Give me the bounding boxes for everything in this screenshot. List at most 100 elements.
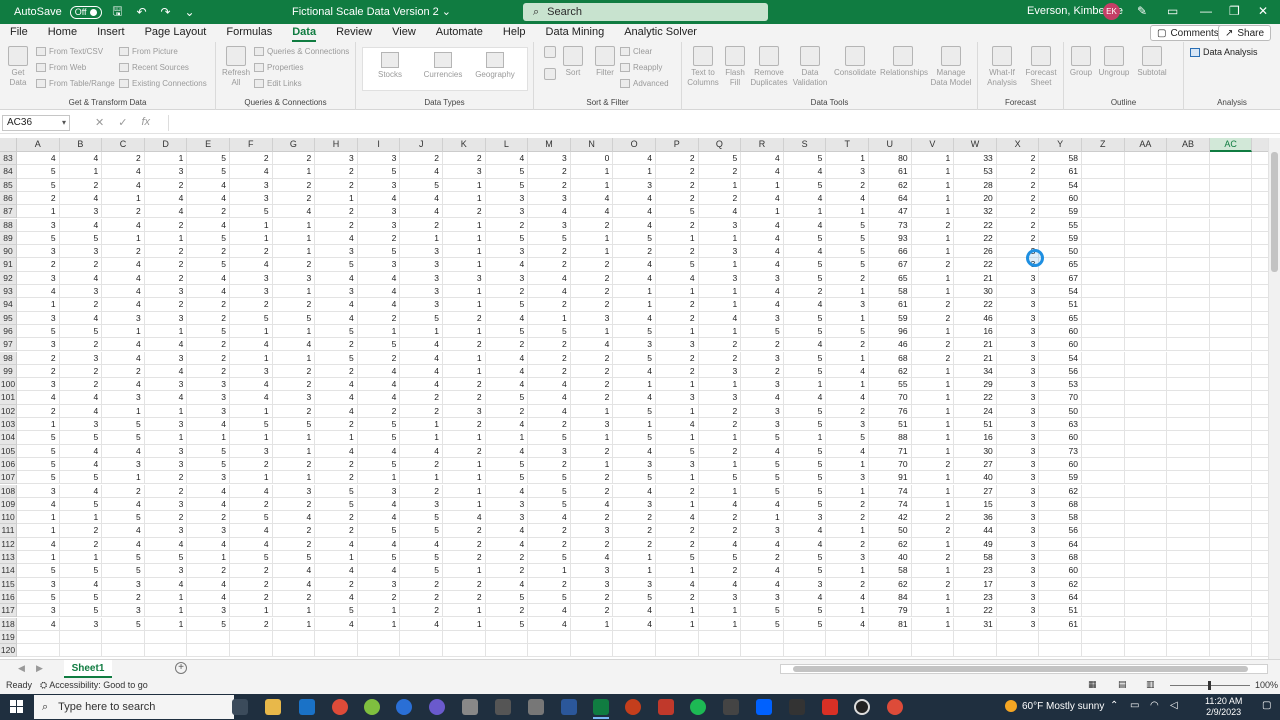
cell[interactable]: 4 bbox=[59, 444, 103, 458]
cell[interactable]: 1 bbox=[656, 564, 699, 578]
cell[interactable] bbox=[1082, 378, 1125, 392]
cell[interactable]: 4 bbox=[400, 537, 443, 551]
cell[interactable] bbox=[1252, 578, 1268, 591]
cell[interactable]: 2 bbox=[613, 511, 656, 525]
cell[interactable]: 2 bbox=[570, 444, 614, 458]
cell[interactable]: 4 bbox=[102, 165, 145, 179]
cell[interactable]: 2 bbox=[272, 457, 316, 472]
cell[interactable]: 1 bbox=[400, 231, 443, 246]
cell[interactable]: 3 bbox=[996, 378, 1040, 392]
from-table-range-button[interactable]: From Table/Range bbox=[36, 79, 115, 88]
cell[interactable]: 2 bbox=[315, 418, 358, 432]
cell[interactable]: 70 bbox=[1039, 391, 1082, 405]
cell[interactable]: 2 bbox=[357, 404, 401, 418]
cell[interactable]: 5 bbox=[102, 617, 145, 631]
column-header-ac[interactable]: AC bbox=[1209, 138, 1253, 152]
cell[interactable]: 1 bbox=[528, 564, 571, 578]
cell[interactable] bbox=[1209, 444, 1253, 458]
cell[interactable] bbox=[1124, 258, 1168, 272]
cell[interactable]: 4 bbox=[698, 311, 742, 325]
cell[interactable]: 1 bbox=[911, 497, 955, 512]
column-header-r[interactable]: R bbox=[741, 138, 784, 152]
cell[interactable]: 1 bbox=[911, 604, 955, 618]
cell[interactable] bbox=[1082, 364, 1125, 379]
cell[interactable]: 3 bbox=[996, 418, 1040, 432]
acrobat-icon[interactable] bbox=[822, 699, 838, 715]
cell[interactable]: 1 bbox=[230, 351, 273, 365]
cell[interactable]: 2 bbox=[400, 218, 443, 232]
cell[interactable] bbox=[1209, 604, 1253, 618]
dropbox-icon[interactable] bbox=[756, 699, 772, 715]
cell[interactable]: 58 bbox=[954, 551, 997, 565]
cell[interactable]: 1 bbox=[443, 497, 486, 512]
app-icon[interactable] bbox=[854, 699, 870, 715]
cell[interactable] bbox=[1167, 630, 1210, 645]
tab-formulas[interactable]: Formulas bbox=[216, 24, 282, 42]
cell[interactable]: 2 bbox=[528, 524, 571, 538]
search-box[interactable]: ⌕ Search bbox=[523, 3, 768, 21]
normal-view-icon[interactable]: ▦ bbox=[1088, 679, 1097, 690]
cell[interactable]: 3 bbox=[485, 511, 529, 525]
cell[interactable]: 1 bbox=[102, 231, 145, 246]
cell[interactable] bbox=[1124, 205, 1168, 219]
cell[interactable]: 3 bbox=[230, 285, 273, 299]
cell[interactable]: 4 bbox=[741, 231, 784, 246]
cell[interactable]: 3 bbox=[144, 564, 188, 578]
cell[interactable]: 4 bbox=[102, 338, 145, 352]
cell[interactable]: 4 bbox=[783, 338, 827, 352]
cell[interactable]: 1 bbox=[911, 537, 955, 551]
add-sheet-icon[interactable]: + bbox=[175, 662, 187, 674]
cell[interactable] bbox=[698, 644, 742, 658]
cell[interactable]: 4 bbox=[187, 271, 230, 285]
cell[interactable]: 3 bbox=[272, 484, 316, 498]
row-header[interactable]: 101 bbox=[0, 391, 17, 405]
cell[interactable]: 4 bbox=[187, 484, 230, 498]
cell[interactable]: 1 bbox=[698, 484, 742, 498]
cell[interactable]: 4 bbox=[528, 604, 571, 618]
cell[interactable] bbox=[1209, 178, 1253, 192]
cell[interactable]: 2 bbox=[485, 564, 529, 578]
cell[interactable]: 1 bbox=[17, 551, 60, 565]
cell[interactable] bbox=[1124, 537, 1168, 551]
cell[interactable]: 1 bbox=[570, 324, 614, 339]
cell[interactable]: 27 bbox=[954, 457, 997, 472]
cell[interactable]: 3 bbox=[315, 152, 358, 166]
cell[interactable]: 2 bbox=[485, 338, 529, 352]
cell[interactable]: 60 bbox=[1039, 457, 1082, 472]
cell[interactable]: 2 bbox=[315, 218, 358, 232]
cell[interactable]: 4 bbox=[102, 218, 145, 232]
cell[interactable] bbox=[1124, 630, 1168, 645]
cell[interactable]: 5 bbox=[272, 551, 316, 565]
cell[interactable]: 3 bbox=[59, 351, 103, 365]
cell[interactable]: 5 bbox=[400, 564, 443, 578]
reapply-button[interactable]: Reapply bbox=[620, 63, 662, 72]
cell[interactable] bbox=[1209, 152, 1253, 166]
cell[interactable]: 4 bbox=[400, 617, 443, 631]
cell[interactable]: 21 bbox=[954, 351, 997, 365]
cell[interactable]: 3 bbox=[485, 497, 529, 512]
cell[interactable]: 2 bbox=[17, 191, 60, 206]
cell[interactable] bbox=[1252, 192, 1268, 206]
cell[interactable]: 3 bbox=[570, 311, 614, 325]
cell[interactable] bbox=[1252, 298, 1268, 312]
cell[interactable]: 1 bbox=[613, 285, 656, 299]
word-icon[interactable] bbox=[561, 699, 577, 715]
cell[interactable]: 4 bbox=[357, 537, 401, 551]
cell[interactable]: 2 bbox=[570, 298, 614, 312]
cell[interactable]: 2 bbox=[400, 391, 443, 405]
cell[interactable] bbox=[1209, 551, 1253, 565]
cell[interactable]: 3 bbox=[357, 218, 401, 232]
cell[interactable]: 5 bbox=[826, 231, 869, 246]
column-header-h[interactable]: H bbox=[315, 138, 358, 152]
column-header-n[interactable]: N bbox=[570, 138, 614, 152]
cell[interactable]: 47 bbox=[869, 205, 912, 219]
cell[interactable]: 5 bbox=[400, 178, 443, 192]
cell[interactable]: 4 bbox=[613, 311, 656, 325]
cell[interactable]: 5 bbox=[741, 457, 784, 472]
cell[interactable]: 66 bbox=[869, 245, 912, 259]
cell[interactable]: 5 bbox=[59, 564, 103, 578]
cell[interactable]: 5 bbox=[187, 444, 230, 458]
cell[interactable] bbox=[1167, 617, 1210, 631]
cell[interactable]: 3 bbox=[826, 165, 869, 179]
cell[interactable]: 23 bbox=[954, 590, 997, 605]
